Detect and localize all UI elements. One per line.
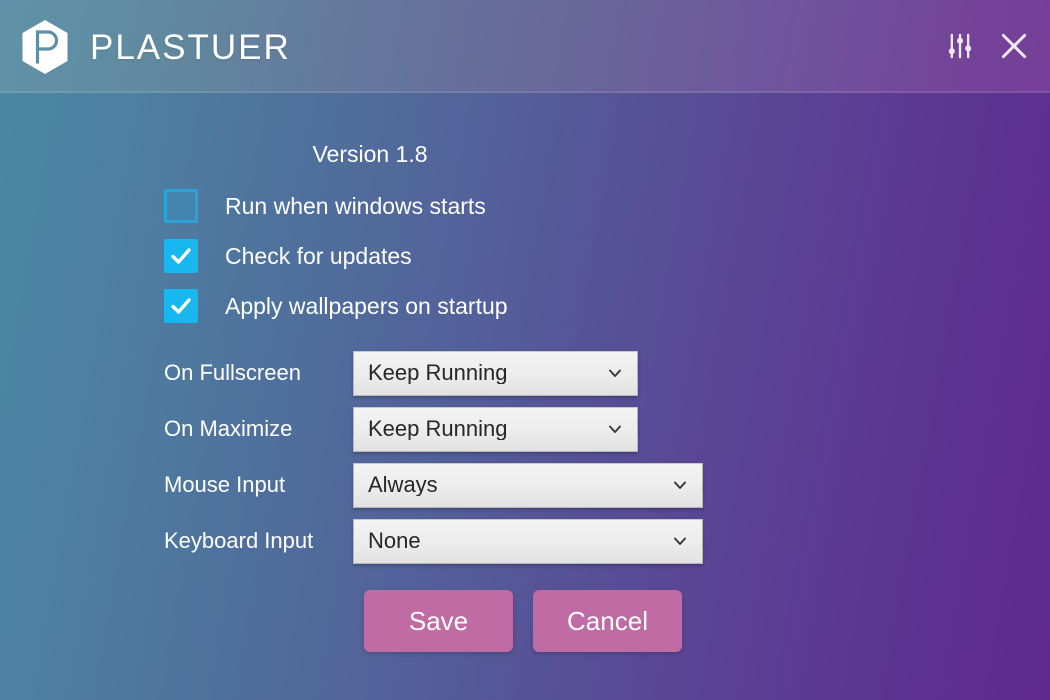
- setting-label-keyboard-input: Keyboard Input: [164, 528, 314, 553]
- select-value: Keep Running: [368, 418, 508, 440]
- setting-row-on-fullscreen: On Fullscreen Keep Running: [164, 345, 724, 401]
- checkbox-label: Run when windows starts: [225, 192, 486, 219]
- select-on-maximize[interactable]: Keep Running: [353, 406, 638, 452]
- checkbox-label: Apply wallpapers on startup: [225, 292, 508, 319]
- brand: PLASTUER: [16, 18, 291, 76]
- select-value: None: [368, 530, 421, 552]
- setting-row-keyboard-input: Keyboard Input None: [164, 513, 724, 569]
- checkbox-row-check-updates[interactable]: Check for updates: [164, 231, 508, 281]
- plastuer-settings-window: PLASTUER Version 1.8 Run when windows st…: [0, 0, 1050, 700]
- checkbox-check-updates[interactable]: [164, 239, 198, 273]
- select-keyboard-input[interactable]: None: [353, 518, 703, 564]
- check-icon: [171, 298, 191, 314]
- chevron-down-icon: [672, 477, 702, 493]
- plastuer-logo-icon: [16, 18, 74, 76]
- setting-row-mouse-input: Mouse Input Always: [164, 457, 724, 513]
- select-mouse-input[interactable]: Always: [353, 462, 703, 508]
- setting-label-on-fullscreen: On Fullscreen: [164, 360, 301, 385]
- chevron-down-icon: [607, 365, 637, 381]
- close-button[interactable]: [992, 24, 1036, 68]
- settings-button[interactable]: [938, 24, 982, 68]
- setting-label-on-maximize: On Maximize: [164, 416, 293, 441]
- sliders-icon: [948, 33, 972, 59]
- select-group: On Fullscreen Keep Running On Maximize K…: [164, 345, 724, 569]
- close-icon: [1001, 33, 1027, 59]
- app-title: PLASTUER: [90, 27, 291, 67]
- select-value: Always: [368, 474, 438, 496]
- version-label: Version 1.8: [312, 141, 428, 167]
- checkbox-group: Run when windows starts Check for update…: [164, 181, 508, 331]
- checkbox-row-apply-wallpapers[interactable]: Apply wallpapers on startup: [164, 281, 508, 331]
- select-on-fullscreen[interactable]: Keep Running: [353, 350, 638, 396]
- save-button[interactable]: Save: [364, 590, 513, 652]
- settings-content: Version 1.8 Run when windows starts Chec…: [0, 93, 1050, 700]
- setting-label-mouse-input: Mouse Input: [164, 472, 286, 497]
- chevron-down-icon: [672, 533, 702, 549]
- button-row: Save Cancel: [364, 590, 682, 652]
- checkbox-apply-wallpapers[interactable]: [164, 289, 198, 323]
- setting-row-on-maximize: On Maximize Keep Running: [164, 401, 724, 457]
- checkbox-label: Check for updates: [225, 242, 412, 269]
- checkbox-row-run-on-startup[interactable]: Run when windows starts: [164, 181, 508, 231]
- cancel-button[interactable]: Cancel: [533, 590, 682, 652]
- checkbox-run-on-startup[interactable]: [164, 189, 198, 223]
- check-icon: [171, 248, 191, 264]
- titlebar-actions: [938, 24, 1036, 68]
- title-bar: PLASTUER: [0, 0, 1050, 93]
- select-value: Keep Running: [368, 362, 508, 384]
- chevron-down-icon: [607, 421, 637, 437]
